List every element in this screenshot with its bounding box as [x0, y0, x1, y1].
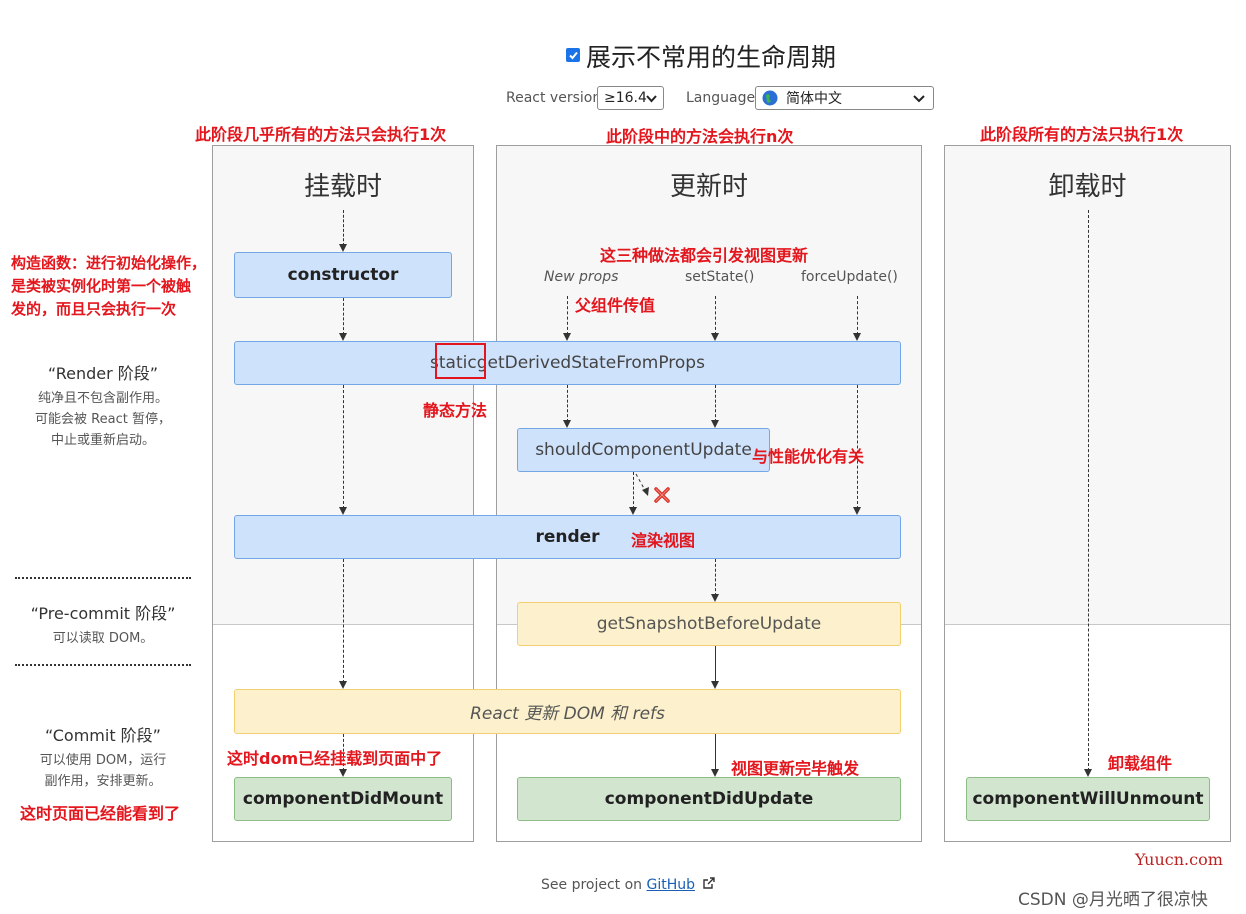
unmount-column-title: 卸载时 [1048, 172, 1127, 202]
unmount-once-note: 此阶段所有的方法只执行1次 [980, 125, 1184, 144]
precommit-phase-desc: 可以读取 DOM。 [3, 628, 203, 649]
three-ways-note: 这三种做法都会引发视图更新 [600, 246, 809, 265]
render-view-note: 渲染视图 [631, 531, 696, 550]
component-will-unmount-box: componentWillUnmount [966, 777, 1210, 821]
react-version-value: ≥16.4 [604, 90, 647, 106]
language-select[interactable]: 简体中文 [755, 86, 934, 110]
language-value: 简体中文 [786, 91, 842, 107]
force-update-label: forceUpdate() [801, 269, 898, 285]
constructor-note: 构造函数：进行初始化操作， 是类被实例化时第一个被触 发的，而且只会执行一次 [11, 252, 206, 321]
precommit-phase-desc-line: 可以读取 DOM。 [52, 631, 154, 646]
constructor-note-line: 发的，而且只会执行一次 [11, 300, 177, 318]
react-update-dom-label: React 更新 DOM 和 refs [470, 704, 665, 724]
globe-icon [762, 90, 778, 106]
chevron-down-icon [646, 95, 657, 103]
show-uncommon-checkbox[interactable] [566, 48, 580, 62]
view-updated-note: 视图更新完毕触发 [731, 759, 860, 778]
chevron-down-icon [913, 95, 925, 103]
should-component-update-box: shouldComponentUpdate [517, 428, 770, 472]
close-icon [654, 487, 670, 503]
static-highlight-box [435, 343, 486, 379]
phase-divider [15, 577, 191, 579]
parent-props-note: 父组件传值 [575, 296, 656, 315]
cdu-label: componentDidUpdate [604, 789, 814, 809]
commit-phase-desc-line: 副作用，安排更新。 [44, 774, 162, 789]
component-did-mount-box: componentDidMount [234, 777, 452, 821]
site-watermark: Yuucn.com [1135, 850, 1223, 869]
perf-note: 与性能优化有关 [752, 447, 865, 466]
component-did-update-box: componentDidUpdate [517, 777, 901, 821]
render-phase-desc-line: 纯净且不包含副作用。 [37, 391, 168, 406]
constructor-label: constructor [287, 265, 399, 285]
cwu-label: componentWillUnmount [972, 789, 1204, 809]
external-link-icon [703, 877, 716, 889]
render-phase-desc-line: 中止或重新启动。 [50, 433, 155, 448]
mount-column-title: 挂载时 [303, 172, 382, 202]
constructor-note-line: 是类被实例化时第一个被触 [11, 277, 192, 295]
mount-once-note: 此阶段几乎所有的方法只会执行1次 [195, 125, 447, 144]
render-label: render [535, 527, 600, 547]
checkbox-label: 展示不常用的生命周期 [586, 43, 837, 72]
phase-divider [15, 664, 191, 666]
github-link[interactable]: GitHub [647, 877, 696, 893]
page-visible-note: 这时页面已经能看到了 [20, 804, 181, 823]
gdsfp-label: getDerivedStateFromProps [476, 353, 705, 373]
static-method-note: 静态方法 [423, 401, 488, 420]
constructor-note-line: 构造函数：进行初始化操作， [11, 254, 207, 272]
react-update-dom-box: React 更新 DOM 和 refs [234, 689, 901, 734]
new-props-label: New props [544, 269, 619, 285]
update-column-title: 更新时 [669, 172, 748, 202]
scu-label: shouldComponentUpdate [535, 440, 752, 460]
render-phase-title: “Render 阶段” [47, 364, 159, 383]
render-phase-desc-line: 可能会被 React 暂停， [35, 412, 171, 427]
react-version-select[interactable]: ≥16.4 [597, 86, 664, 110]
precommit-phase-title: “Pre-commit 阶段” [30, 604, 176, 623]
render-phase-desc: 纯净且不包含副作用。 可能会被 React 暂停， 中止或重新启动。 [3, 388, 203, 451]
commit-phase-title: “Commit 阶段” [45, 726, 161, 745]
update-n-note: 此阶段中的方法会执行n次 [606, 127, 794, 146]
csdn-watermark: CSDN @月光晒了很凉快 [1018, 890, 1208, 910]
footer: See project on GitHub [541, 877, 716, 893]
dom-mounted-note: 这时dom已经挂载到页面中了 [227, 749, 443, 768]
set-state-label: setState() [685, 269, 755, 285]
unmount-component-note: 卸载组件 [1108, 754, 1173, 773]
language-label: Language [686, 90, 756, 106]
commit-phase-desc-line: 可以使用 DOM，运行 [39, 753, 167, 768]
constructor-box: constructor [234, 252, 452, 298]
see-project-text: See project on [541, 877, 647, 893]
render-box: render [234, 515, 901, 559]
cdm-label: componentDidMount [242, 789, 444, 809]
gsbu-label: getSnapshotBeforeUpdate [596, 614, 822, 634]
get-derived-state-box: static getDerivedStateFromProps [234, 341, 901, 385]
get-snapshot-box: getSnapshotBeforeUpdate [517, 602, 901, 646]
commit-phase-desc: 可以使用 DOM，运行 副作用，安排更新。 [3, 750, 203, 792]
react-version-label: React version [506, 90, 602, 106]
